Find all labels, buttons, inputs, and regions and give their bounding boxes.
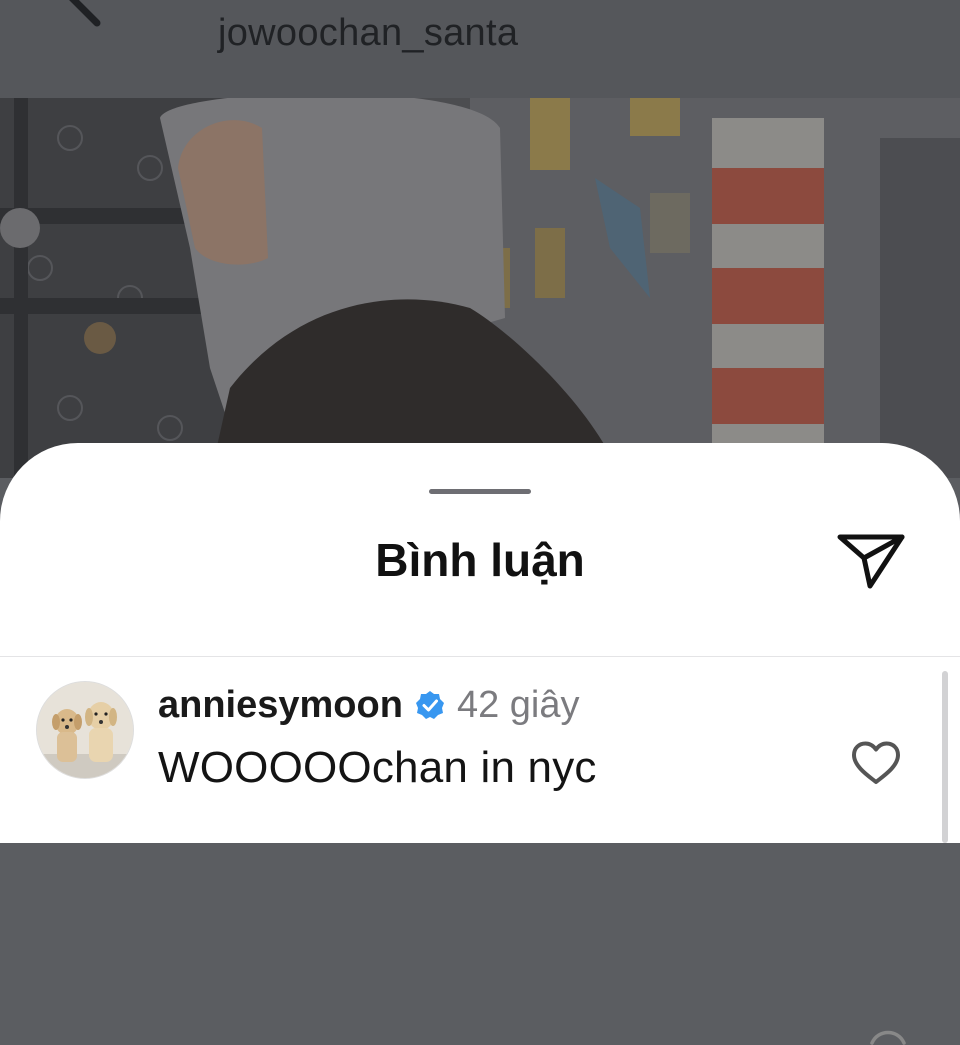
- comment-item: anniesymoon 42 giây WOOOOOchan in nyc: [0, 657, 960, 1045]
- top-bar: jowoochan_santa: [0, 0, 960, 98]
- paper-plane-icon[interactable]: [834, 528, 908, 592]
- verified-badge-icon: [415, 691, 444, 719]
- comment-text: WOOOOOchan in nyc: [158, 743, 597, 792]
- post-photo: [0, 98, 960, 478]
- avatar[interactable]: [36, 681, 134, 779]
- sheet-title: Bình luận: [375, 534, 585, 586]
- avatar-dogs-icon: [37, 682, 133, 778]
- chevron-left-icon[interactable]: [52, 0, 122, 30]
- comment-header: anniesymoon 42 giây: [158, 682, 580, 728]
- reply-icon[interactable]: [868, 1025, 908, 1045]
- heart-icon[interactable]: [850, 740, 902, 786]
- comments-sheet: Bình luận anniesymoon 42 giây WOOOOOchan…: [0, 443, 960, 1045]
- scrollbar[interactable]: [942, 671, 948, 843]
- post-photo-illustration: [0, 98, 960, 478]
- comment-username[interactable]: anniesymoon: [158, 684, 403, 727]
- post-username[interactable]: jowoochan_santa: [218, 12, 518, 55]
- comment-timestamp: 42 giây: [456, 683, 580, 726]
- sheet-grabber[interactable]: [429, 489, 531, 494]
